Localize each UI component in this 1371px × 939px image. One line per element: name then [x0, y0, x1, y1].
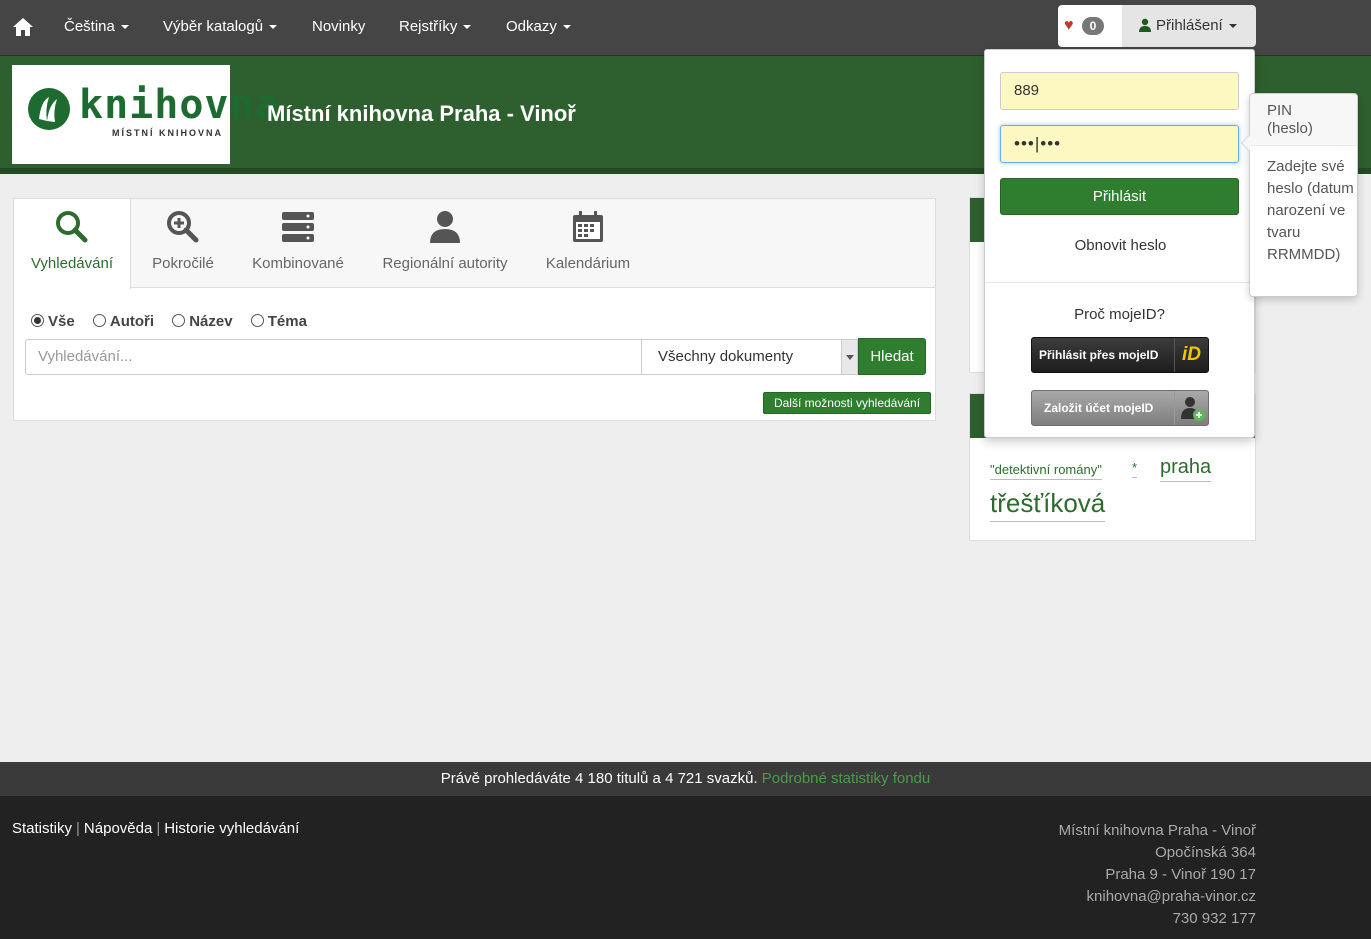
search-input[interactable]: Vyhledávání...	[25, 339, 642, 375]
radio-dot	[92, 314, 106, 327]
home-icon[interactable]	[12, 16, 34, 38]
search-button[interactable]: Hledat	[858, 338, 926, 375]
caret-down-icon	[562, 25, 571, 30]
address-phone: 730 932 177	[1172, 910, 1256, 927]
search-scope-radios: Vše Autoři Název Téma	[31, 313, 321, 330]
radio-dot	[250, 314, 264, 327]
separator: |	[76, 820, 80, 837]
search-tabs: Vyhledávání Pokročilé Kombinované Region…	[14, 199, 935, 289]
nav-news[interactable]: Novinky	[312, 18, 365, 35]
login-submit-button[interactable]: Přihlásit	[1000, 178, 1239, 215]
why-mojeid-link[interactable]: Proč mojeID?	[985, 306, 1254, 323]
site-title: Místní knihovna Praha - Vinoř	[267, 101, 576, 126]
tab-advanced[interactable]: Pokročilé	[142, 199, 224, 289]
radio-all[interactable]: Vše	[31, 313, 75, 330]
tag-link[interactable]: "detektivní romány"	[990, 462, 1102, 480]
radio-dot	[31, 314, 44, 327]
tag-link[interactable]: praha	[1160, 456, 1212, 482]
renew-password-link[interactable]: Obnovit heslo	[985, 237, 1256, 254]
mojeid-login-button[interactable]: Přihlásit přes mojeID iD	[1031, 337, 1209, 373]
radio-title[interactable]: Název	[172, 313, 233, 330]
password-help-popover: PIN (heslo) Zadejte své heslo (datum nar…	[1241, 93, 1358, 297]
tab-search[interactable]: Vyhledávání	[14, 199, 131, 289]
address-line: Opočínská 364	[1155, 844, 1256, 861]
address-line: Praha 9 - Vinoř 190 17	[1105, 866, 1256, 883]
nav-indexes[interactable]: Rejstříky	[399, 18, 472, 35]
login-dropdown-toggle[interactable]: Přihlášení	[1122, 5, 1256, 47]
address-line: Místní knihovna Praha - Vinoř	[1058, 822, 1256, 839]
caret-down-icon	[463, 25, 472, 30]
stats-text: Právě prohledáváte 4 180 titulů a 4 721 …	[440, 770, 758, 787]
detailed-stats-link[interactable]: Podrobné statistiky fondu	[762, 770, 930, 787]
nav-catalog-select[interactable]: Výběr katalogů	[163, 18, 278, 35]
fund-stats-bar: Právě prohledáváte 4 180 titulů a 4 721 …	[0, 762, 1371, 796]
caret-down-icon	[1228, 24, 1237, 29]
add-user-icon	[1174, 391, 1208, 425]
logo-subtitle: MÍSTNÍ KNIHOVNA	[112, 128, 223, 138]
magnifier-icon	[56, 211, 88, 243]
tag-link[interactable]: *	[1132, 460, 1138, 478]
footer-link-help[interactable]: Nápověda	[84, 820, 152, 837]
search-panel: Vyhledávání Pokročilé Kombinované Region…	[13, 198, 936, 421]
dropdown-divider	[985, 282, 1254, 283]
site-footer: Statistiky | Nápověda | Historie vyhledávání…	[0, 796, 1371, 939]
radio-authors[interactable]: Autoři	[92, 313, 154, 330]
select-arrow-icon	[841, 340, 857, 374]
popover-arrow-inner	[1242, 135, 1250, 151]
radio-dot	[172, 314, 186, 327]
address-email[interactable]: knihovna@praha-vinor.cz	[1059, 886, 1256, 908]
username-field[interactable]: 889	[1000, 72, 1239, 110]
popover-title: PIN (heslo)	[1250, 94, 1357, 146]
person-icon	[430, 211, 460, 243]
library-address: Místní knihovna Praha - Vinoř Opočínská …	[1059, 820, 1256, 930]
favorites-button[interactable]: ♥ 0	[1058, 5, 1122, 47]
tab-regional-authorities[interactable]: Regionální autority	[374, 199, 516, 289]
top-navbar: Čeština Výběr katalogů Novinky Rejstříky…	[0, 0, 1371, 56]
password-field[interactable]: •••|•••	[1000, 125, 1239, 163]
popover-body: Zadejte své heslo (datum narození ve tva…	[1267, 158, 1354, 263]
footer-links: Statistiky | Nápověda | Historie vyhledávání	[12, 820, 299, 837]
zoom-in-icon	[167, 211, 199, 243]
favorites-count-badge: 0	[1082, 17, 1104, 35]
caret-down-icon	[269, 25, 278, 30]
server-stack-icon	[282, 212, 314, 242]
radio-subject[interactable]: Téma	[250, 313, 307, 330]
logo-wordmark: knihovna	[79, 82, 280, 128]
login-dropdown: 889 •••|••• Přihlásit Obnovit heslo Proč…	[984, 49, 1255, 438]
tab-combined[interactable]: Kombinované	[246, 199, 350, 289]
nav-language[interactable]: Čeština	[64, 18, 129, 35]
tab-calendar[interactable]: Kalendárium	[540, 199, 636, 289]
user-icon	[1138, 18, 1152, 32]
footer-link-search-history[interactable]: Historie vyhledávání	[164, 820, 299, 837]
more-search-options-button[interactable]: Další možnosti vyhledávání	[763, 392, 931, 414]
logo-book-icon	[28, 88, 70, 130]
separator: |	[156, 820, 161, 837]
mojeid-logo-icon: iD	[1174, 338, 1208, 372]
calendar-icon	[573, 211, 603, 242]
nav-links[interactable]: Odkazy	[506, 18, 571, 35]
heart-icon: ♥	[1064, 17, 1074, 34]
footer-link-statistics[interactable]: Statistiky	[12, 820, 72, 837]
tag-link[interactable]: třešťíková	[990, 488, 1106, 522]
caret-down-icon	[120, 25, 129, 30]
document-type-select[interactable]: Všechny dokumenty	[641, 339, 858, 375]
mojeid-create-account-button[interactable]: Založit účet mojeID	[1031, 390, 1209, 426]
library-logo[interactable]: knihovna MÍSTNÍ KNIHOVNA	[12, 65, 279, 164]
